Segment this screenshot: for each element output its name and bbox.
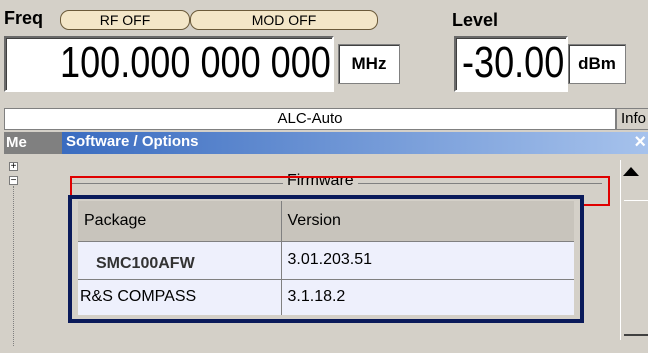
menu-tab[interactable]: Me — [4, 132, 62, 154]
column-header-package[interactable]: Package — [78, 201, 282, 242]
version-cell: 3.01.203.51 — [281, 241, 574, 280]
column-header-version[interactable]: Version — [281, 201, 574, 242]
info-button[interactable]: Info — [616, 108, 648, 130]
freq-label: Freq — [4, 8, 44, 28]
package-cell: SMC100AFW — [78, 241, 282, 280]
level-value: -30.00 — [462, 38, 565, 87]
dialog-title: Software / Options — [66, 133, 199, 150]
alc-status: ALC-Auto — [4, 108, 616, 130]
table-row[interactable]: SMC100AFW 3.01.203.51 — [78, 241, 574, 280]
tree-line — [13, 186, 14, 346]
mod-off-button[interactable]: MOD OFF — [190, 10, 378, 30]
level-label: Level — [452, 10, 499, 30]
menu-tab-label: Me — [6, 134, 27, 151]
frequency-unit[interactable]: MHz — [338, 44, 400, 84]
firmware-table: Package Version SMC100AFW 3.01.203.51 R&… — [78, 201, 574, 315]
tree-collapse-icon[interactable]: − — [9, 176, 18, 186]
scroll-thumb[interactable] — [624, 200, 648, 336]
tree-expand-icon[interactable]: + — [9, 162, 18, 172]
version-cell: 3.1.18.2 — [287, 288, 346, 306]
frequency-value: 100.000 000 000 — [60, 38, 331, 87]
table-header-row: Package Version — [78, 201, 574, 242]
scroll-up-icon[interactable] — [623, 167, 639, 176]
close-icon[interactable]: × — [634, 132, 646, 152]
table-row[interactable]: R&S COMPASS 3.1.18.2 — [78, 279, 574, 315]
level-unit[interactable]: dBm — [568, 44, 626, 84]
dialog-titlebar[interactable]: Software / Options × — [62, 132, 648, 154]
rf-off-button[interactable]: RF OFF — [60, 10, 190, 30]
package-cell: R&S COMPASS — [78, 279, 282, 315]
